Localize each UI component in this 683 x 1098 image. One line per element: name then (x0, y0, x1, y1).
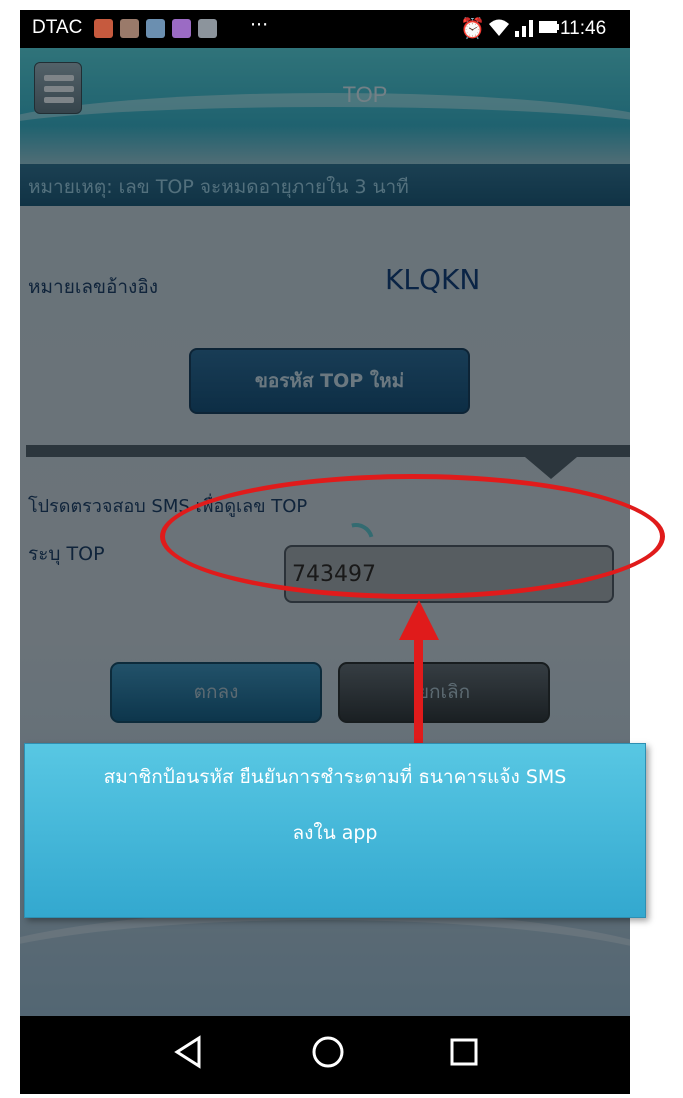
annotation-arrow-head (399, 600, 439, 640)
highlight-ellipse (160, 474, 665, 599)
back-icon[interactable] (172, 1034, 204, 1078)
signal-icon (514, 16, 538, 43)
recents-icon[interactable] (448, 1034, 480, 1078)
annotation-arrow (414, 636, 423, 756)
callout-text-line2: ลงใน app (292, 822, 378, 844)
more-notifications-icon: ··· (250, 14, 269, 36)
navigation-bar (20, 1016, 630, 1094)
notification-icon (198, 19, 217, 38)
wifi-icon (487, 16, 511, 43)
notification-icon (120, 19, 139, 38)
home-icon[interactable] (310, 1034, 346, 1078)
battery-icon (538, 16, 560, 43)
notification-icon (146, 19, 165, 38)
instruction-callout: สมาชิกป้อนรหัส ยืนยันการชำระตามที่ ธนาคา… (24, 743, 646, 918)
carrier-name: DTAC (32, 17, 83, 38)
status-bar: DTAC ··· ⏰ 11:46 (20, 10, 630, 48)
notification-icon (94, 19, 113, 38)
alarm-icon: ⏰ (460, 16, 485, 40)
clock: 11:46 (560, 18, 607, 39)
notification-icon (172, 19, 191, 38)
callout-text-line1: สมาชิกป้อนรหัส ยืนยันการชำระตามที่ ธนาคา… (103, 766, 567, 788)
